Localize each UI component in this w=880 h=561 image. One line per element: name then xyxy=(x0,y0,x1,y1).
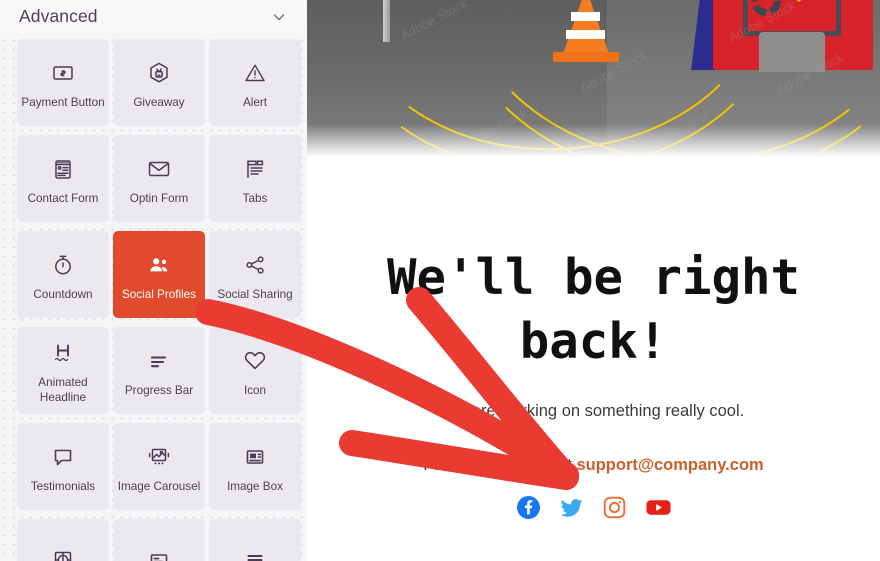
flip-box-icon xyxy=(147,545,171,561)
hero-illustration: Adobe Stock Adobe Stock Adobe Stock Adob… xyxy=(307,0,880,170)
optin-form-icon xyxy=(146,154,172,184)
facebook-icon[interactable] xyxy=(516,495,541,520)
sign-pole xyxy=(383,0,390,42)
widget-tile-image-carousel[interactable]: Image Carousel xyxy=(113,423,205,510)
widget-tile-alert[interactable]: Alert xyxy=(209,39,301,126)
widget-tile-menu[interactable] xyxy=(209,519,301,561)
countdown-icon xyxy=(51,250,75,280)
chevron-down-icon[interactable] xyxy=(271,9,287,25)
widget-tile-lottie-animation[interactable] xyxy=(17,519,109,561)
widget-tile-label: Testimonials xyxy=(30,479,96,493)
lottie-animation-icon xyxy=(50,545,76,561)
contact-line: Please contact us at support@company.com xyxy=(329,456,858,475)
social-profiles-icon xyxy=(147,250,171,280)
widget-tile-optin-form[interactable]: Optin Form xyxy=(113,135,205,222)
alert-icon xyxy=(243,58,267,88)
image-box-icon xyxy=(243,442,267,472)
widget-tile-contact-form[interactable]: Contact Form xyxy=(17,135,109,222)
widget-tile-label: Giveaway xyxy=(133,95,185,109)
menu-icon xyxy=(242,545,268,561)
widget-tile-countdown[interactable]: Countdown xyxy=(17,231,109,318)
heart-icon xyxy=(242,346,268,376)
widget-tile-label: Alert xyxy=(242,95,268,109)
tabs-icon xyxy=(243,154,267,184)
page-root: Advanced Payment Button Giveaway Alert C… xyxy=(0,0,880,561)
youtube-icon[interactable] xyxy=(645,495,672,520)
widget-tile-tabs[interactable]: Tabs xyxy=(209,135,301,222)
widget-grid: Payment Button Giveaway Alert Contact Fo… xyxy=(0,33,307,561)
widget-tile-flip-box[interactable] xyxy=(113,519,205,561)
contact-prefix: Please contact us at xyxy=(423,456,577,474)
widget-tile-label: Image Box xyxy=(227,479,283,493)
page-title: Advanced xyxy=(19,6,98,26)
widget-tile-label: Countdown xyxy=(33,287,93,301)
widget-tile-testimonials[interactable]: Testimonials xyxy=(17,423,109,510)
widget-tile-label: Icon xyxy=(243,383,267,397)
widget-tile-icon[interactable]: Icon xyxy=(209,327,301,414)
progress-bar-icon xyxy=(147,346,171,376)
maintenance-message: We'll be right back! We are working on s… xyxy=(307,246,880,520)
animated-headline-icon xyxy=(50,338,76,368)
widget-tile-social-sharing[interactable]: Social Sharing xyxy=(209,231,301,318)
widget-tile-image-box[interactable]: Image Box xyxy=(209,423,301,510)
widget-tile-payment-button[interactable]: Payment Button xyxy=(17,39,109,126)
widgets-sidebar: Advanced Payment Button Giveaway Alert C… xyxy=(0,0,307,561)
payment-button-icon xyxy=(51,58,75,88)
page-headline: We'll be right back! xyxy=(386,249,800,370)
page-preview: Adobe Stock Adobe Stock Adobe Stock Adob… xyxy=(307,0,880,561)
instagram-icon[interactable] xyxy=(602,495,627,520)
widget-tile-label: Contact Form xyxy=(27,191,99,205)
testimonials-icon xyxy=(51,442,75,472)
page-subtext: We are working on something really cool. xyxy=(442,402,745,420)
contact-form-icon xyxy=(51,154,75,184)
twitter-icon[interactable] xyxy=(559,495,584,520)
traffic-cone-icon xyxy=(551,0,621,66)
widget-tile-label: Social Sharing xyxy=(217,287,293,301)
construction-sign-icon xyxy=(691,0,873,72)
social-links xyxy=(329,495,858,520)
widget-tile-giveaway[interactable]: Giveaway xyxy=(113,39,205,126)
widget-tile-label: Optin Form xyxy=(129,191,189,205)
social-sharing-icon xyxy=(243,250,267,280)
widget-tile-animated-headline[interactable]: Animated Headline xyxy=(17,327,109,414)
giveaway-icon xyxy=(147,58,171,88)
widget-tile-label: Animated Headline xyxy=(38,376,88,404)
widget-tile-label: Social Profiles xyxy=(121,287,197,301)
support-email-link[interactable]: support@company.com xyxy=(576,456,763,474)
widget-tile-social-profiles[interactable]: Social Profiles xyxy=(113,231,205,318)
image-carousel-icon xyxy=(146,442,172,472)
widget-tile-label: Image Carousel xyxy=(117,479,201,493)
widget-tile-progress-bar[interactable]: Progress Bar xyxy=(113,327,205,414)
widget-tile-label: Payment Button xyxy=(21,95,105,109)
widget-tile-label: Tabs xyxy=(242,191,268,205)
widget-tile-label: Progress Bar xyxy=(124,383,194,397)
panel-header-advanced[interactable]: Advanced xyxy=(0,0,307,33)
